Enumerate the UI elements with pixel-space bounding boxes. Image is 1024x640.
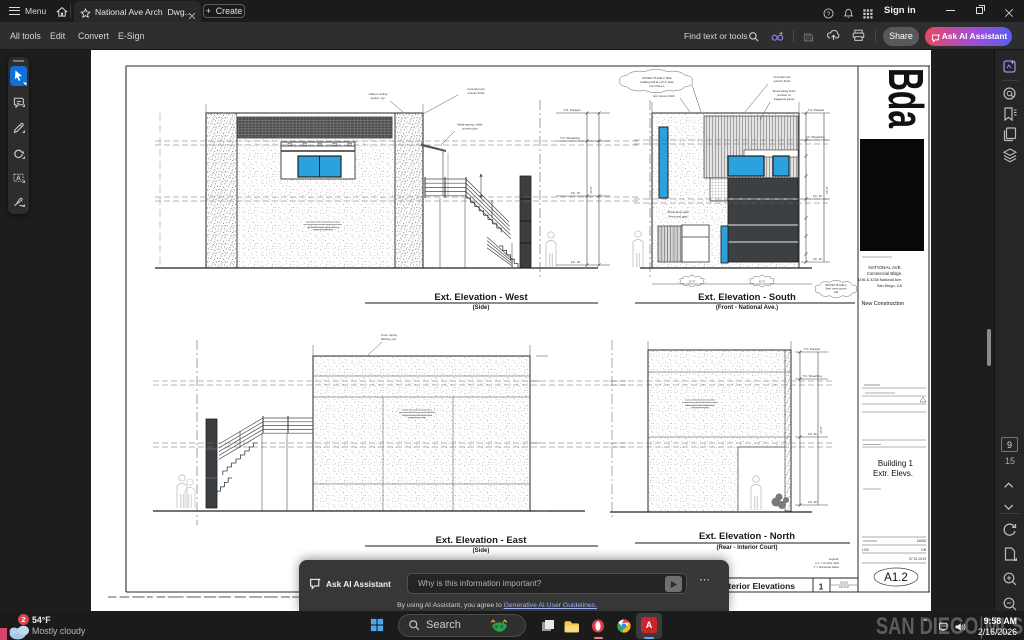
svg-text:building wall at +19'-2" back: building wall at +19'-2" back <box>640 80 674 84</box>
svg-text:Ext. Elevation - South: Ext. Elevation - South <box>698 292 796 303</box>
svg-text:NATIONAL AVE.: NATIONAL AVE. <box>868 265 902 270</box>
svg-text:Fin. Flr.: Fin. Flr. <box>808 432 818 436</box>
svg-text:flashing, typ.: flashing, typ. <box>381 337 397 341</box>
svg-text:T.O. Parapet: T.O. Parapet <box>804 347 820 351</box>
svg-text:DB: DB <box>921 548 926 552</box>
svg-text:Fin. Flr.: Fin. Flr. <box>571 191 581 195</box>
svg-text:Ext. Elevation - North: Ext. Elevation - North <box>699 531 795 542</box>
svg-text:(Rear - Interior Court): (Rear - Interior Court) <box>716 545 777 551</box>
svg-text:1/4"=1'-0": 1/4"=1'-0" <box>839 586 849 589</box>
svg-text:LOD: LOD <box>862 548 870 552</box>
svg-text:Ext. Elevation - East: Ext. Elevation - East <box>436 535 528 546</box>
svg-text:12'-0": 12'-0" <box>759 280 766 284</box>
svg-text:A1.2: A1.2 <box>884 572 908 584</box>
svg-text:16006: 16006 <box>917 539 927 543</box>
svg-text:Fin. Flr.: Fin. Flr. <box>813 257 823 261</box>
svg-text:36'-0": 36'-0" <box>589 186 593 194</box>
svg-text:staggered joints): staggered joints) <box>774 97 795 101</box>
svg-text:Ext. stucco finish: Ext. stucco finish <box>654 94 675 98</box>
svg-text:36'-0": 36'-0" <box>819 426 823 434</box>
svg-text:T.O. Parapet: T.O. Parapet <box>564 108 581 112</box>
svg-text:T.O. Parapet: T.O. Parapet <box>808 108 824 112</box>
svg-text:OFFSET PLANE 2: Main: OFFSET PLANE 2: Main <box>642 76 672 80</box>
svg-text:Fin. Flr.: Fin. Flr. <box>571 260 581 264</box>
svg-text:A: A <box>16 175 21 182</box>
svg-text:1: 1 <box>819 583 824 592</box>
svg-text:Building 1: Building 1 <box>878 459 914 468</box>
svg-text:Wood and metal: Wood and metal <box>668 210 689 214</box>
svg-text:36'-0": 36'-0" <box>825 186 829 194</box>
svg-text:T = Tempered Glass: T = Tempered Glass <box>814 565 840 569</box>
svg-text:Bda: Bda <box>878 68 931 128</box>
svg-text:T.O. Sheathing: T.O. Sheathing <box>802 374 822 378</box>
svg-text:Exterior Elevations: Exterior Elevations <box>718 581 795 591</box>
svg-text:wall: wall <box>834 290 839 294</box>
svg-text:SCALE: SCALE <box>840 582 848 585</box>
svg-text:Fin. Flr.: Fin. Flr. <box>813 194 823 198</box>
svg-text:3236 & 3238 National Ave.: 3236 & 3238 National Ave. <box>857 278 902 282</box>
svg-text:system, typ.: system, typ. <box>371 96 386 100</box>
svg-text:Fin. Flr.: Fin. Flr. <box>808 500 818 504</box>
svg-text:from Plane 1: from Plane 1 <box>649 84 665 88</box>
svg-text:?: ? <box>827 11 831 18</box>
svg-text:Ext. Elevation - West: Ext. Elevation - West <box>434 292 528 303</box>
svg-text:OFFSET PLANE 1:: OFFSET PLANE 1: <box>825 283 848 287</box>
svg-text:Extr. Elevs.: Extr. Elevs. <box>873 469 913 478</box>
svg-text:fence and gate: fence and gate <box>668 215 688 219</box>
svg-text:T.O. Sheathing: T.O. Sheathing <box>805 135 825 139</box>
svg-text:Steel mesh accent: Steel mesh accent <box>825 287 847 291</box>
svg-text:New Construction: New Construction <box>861 301 904 307</box>
svg-text:12'-0": 12'-0" <box>689 280 696 284</box>
svg-text:exterior finish: exterior finish <box>774 79 791 83</box>
svg-text:(Side): (Side) <box>473 548 490 554</box>
svg-text:T.O. Sheathing: T.O. Sheathing <box>560 136 580 140</box>
svg-text:exterior finish: exterior finish <box>468 91 485 95</box>
svg-text:07.01.2019: 07.01.2019 <box>909 557 926 561</box>
svg-text:(Front - National Ave.): (Front - National Ave.) <box>716 305 778 311</box>
svg-text:San Diego, CA: San Diego, CA <box>877 284 903 288</box>
svg-text:at entry door: at entry door <box>462 127 478 131</box>
svg-text:Commercial Bldgs.: Commercial Bldgs. <box>867 271 902 276</box>
svg-text:(Side): (Side) <box>473 305 490 311</box>
